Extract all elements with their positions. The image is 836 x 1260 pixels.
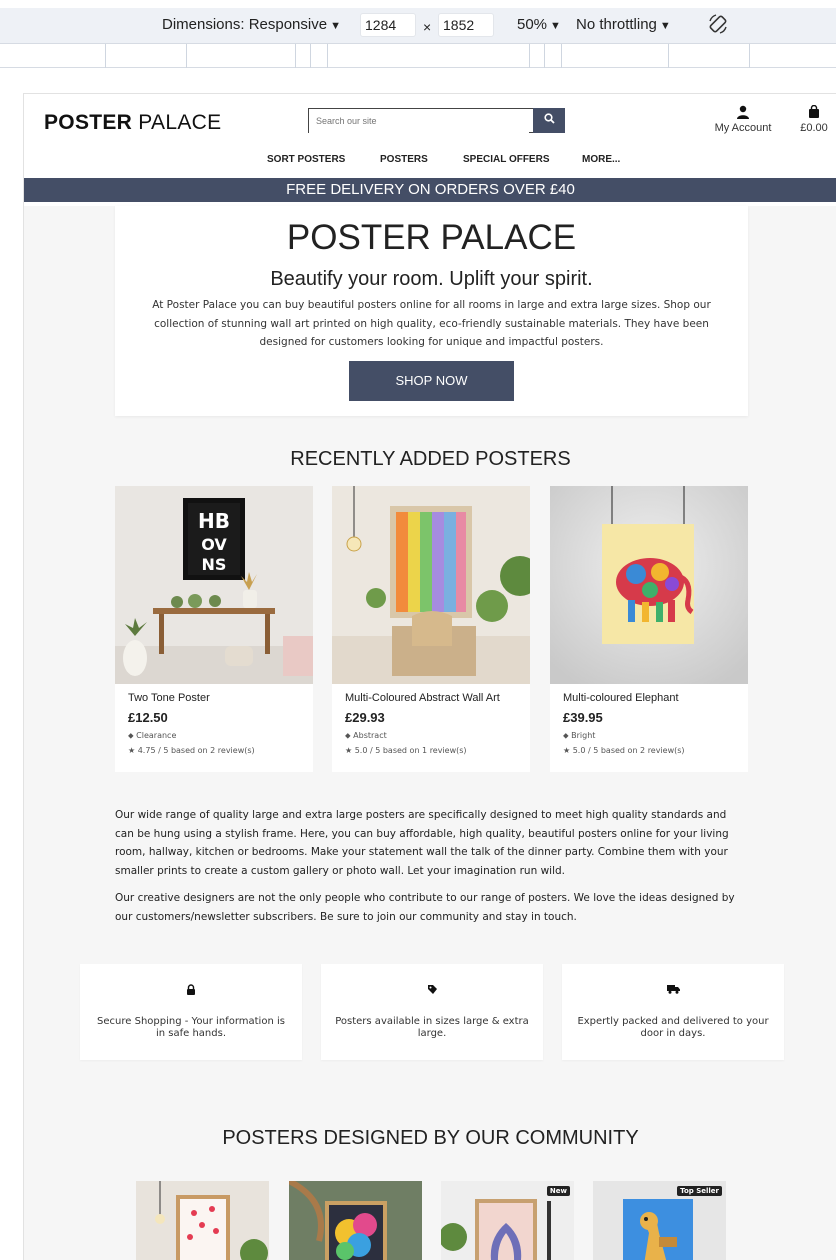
top-seller-badge: Top Seller	[677, 1186, 722, 1196]
my-account-link[interactable]: My Account	[713, 105, 773, 134]
product-image[interactable]	[332, 486, 530, 684]
media-query-ruler[interactable]	[0, 44, 836, 68]
product-card[interactable]: Multi-Coloured Abstract Wall Art £29.93 …	[332, 486, 530, 772]
recent-posters-title: RECENTLY ADDED POSTERS	[290, 448, 571, 470]
search-bar	[308, 108, 565, 133]
lock-icon	[80, 984, 302, 998]
product-price: £29.93	[345, 710, 385, 725]
times-label: ×	[423, 19, 432, 35]
feature-card: Secure Shopping - Your information is in…	[80, 964, 302, 1060]
truck-icon	[562, 984, 784, 997]
hero-text: At Poster Palace you can buy beautiful p…	[152, 299, 711, 348]
product-card[interactable]: Multi-coloured Elephant £39.95 ⬥ Bright …	[550, 486, 748, 772]
user-icon	[713, 105, 773, 122]
product-price: £12.50	[128, 710, 168, 725]
product-rating: ★ 4.75 / 5 based on 2 review(s)	[128, 746, 255, 755]
emulated-viewport: POSTER PALACE My Account £0.00 SORT POST…	[23, 93, 836, 1260]
shopping-bag-link[interactable]: £0.00	[799, 104, 829, 134]
community-title: POSTERS DESIGNED BY OUR COMMUNITY	[222, 1127, 639, 1149]
feature-text: Expertly packed and delivered to your do…	[577, 1016, 769, 1039]
product-name[interactable]: Multi-coloured Elephant	[563, 692, 679, 704]
shopping-bag-icon	[799, 104, 829, 122]
site-logo[interactable]: POSTER PALACE	[44, 111, 221, 135]
product-price: £39.95	[563, 710, 603, 725]
about-paragraph: Our wide range of quality large and extr…	[115, 809, 729, 877]
new-badge: New	[546, 1186, 570, 1196]
feature-card: Posters available in sizes large & extra…	[321, 964, 543, 1060]
community-poster[interactable]	[136, 1181, 269, 1260]
feature-text: Posters available in sizes large & extra…	[335, 1016, 529, 1039]
svg-text:NS: NS	[202, 555, 227, 574]
star-icon: ★	[563, 746, 573, 755]
hero-subtitle: Beautify your room. Uplift your spirit.	[270, 268, 593, 290]
feature-card: Expertly packed and delivered to your do…	[562, 964, 784, 1060]
community-poster[interactable]	[289, 1181, 422, 1260]
search-button[interactable]	[533, 108, 565, 133]
product-rating: ★ 5.0 / 5 based on 2 review(s)	[563, 746, 685, 755]
search-input[interactable]	[309, 109, 529, 133]
devtools-toolbar: Dimensions: Responsive ▼ 1284 × 1852 50% ▼…	[0, 0, 836, 44]
throttle-dropdown[interactable]: No throttling ▼	[576, 16, 671, 33]
community-poster[interactable]: New	[441, 1181, 574, 1260]
tag-icon: ⬥	[128, 731, 137, 740]
community-poster[interactable]: Top Seller	[593, 1181, 726, 1260]
dimensions-dropdown[interactable]: Dimensions: Responsive ▼	[162, 16, 341, 33]
nav-sort-posters[interactable]: SORT POSTERS	[267, 154, 345, 165]
product-rating: ★ 5.0 / 5 based on 1 review(s)	[345, 746, 467, 755]
tag-icon	[321, 984, 543, 998]
tag-icon: ⬥	[345, 731, 354, 740]
product-name[interactable]: Two Tone Poster	[128, 692, 210, 704]
rotate-icon[interactable]	[707, 13, 729, 39]
community-paragraph: Our creative designers are not the only …	[115, 892, 735, 923]
tag-icon: ⬥	[563, 731, 572, 740]
product-category[interactable]: ⬥ Clearance	[128, 731, 176, 741]
product-category[interactable]: ⬥ Abstract	[345, 731, 387, 741]
svg-text:OV: OV	[201, 535, 227, 554]
width-input[interactable]: 1284	[360, 13, 416, 37]
shop-now-button[interactable]: SHOP NOW	[349, 361, 514, 401]
height-input[interactable]: 1852	[438, 13, 494, 37]
product-image[interactable]: HB OV NS	[115, 486, 313, 684]
zoom-dropdown[interactable]: 50% ▼	[517, 16, 561, 33]
feature-text: Secure Shopping - Your information is in…	[97, 1016, 285, 1039]
star-icon: ★	[345, 746, 355, 755]
product-category[interactable]: ⬥ Bright	[563, 731, 595, 741]
svg-text:HB: HB	[198, 509, 230, 533]
product-card[interactable]: HB OV NS Two Tone Poster £12.50 ⬥ Cleara…	[115, 486, 313, 772]
nav-special-offers[interactable]: SPECIAL OFFERS	[463, 154, 550, 165]
hero-title: POSTER PALACE	[286, 218, 577, 257]
search-icon	[543, 113, 555, 124]
nav-posters[interactable]: POSTERS	[380, 154, 428, 165]
product-image[interactable]	[550, 486, 748, 684]
product-name[interactable]: Multi-Coloured Abstract Wall Art	[345, 692, 500, 704]
hero-panel: POSTER PALACE Beautify your room. Uplift…	[115, 206, 748, 416]
delivery-banner: FREE DELIVERY ON ORDERS OVER £40	[24, 178, 836, 202]
star-icon: ★	[128, 746, 138, 755]
nav-more[interactable]: MORE...	[582, 154, 620, 165]
